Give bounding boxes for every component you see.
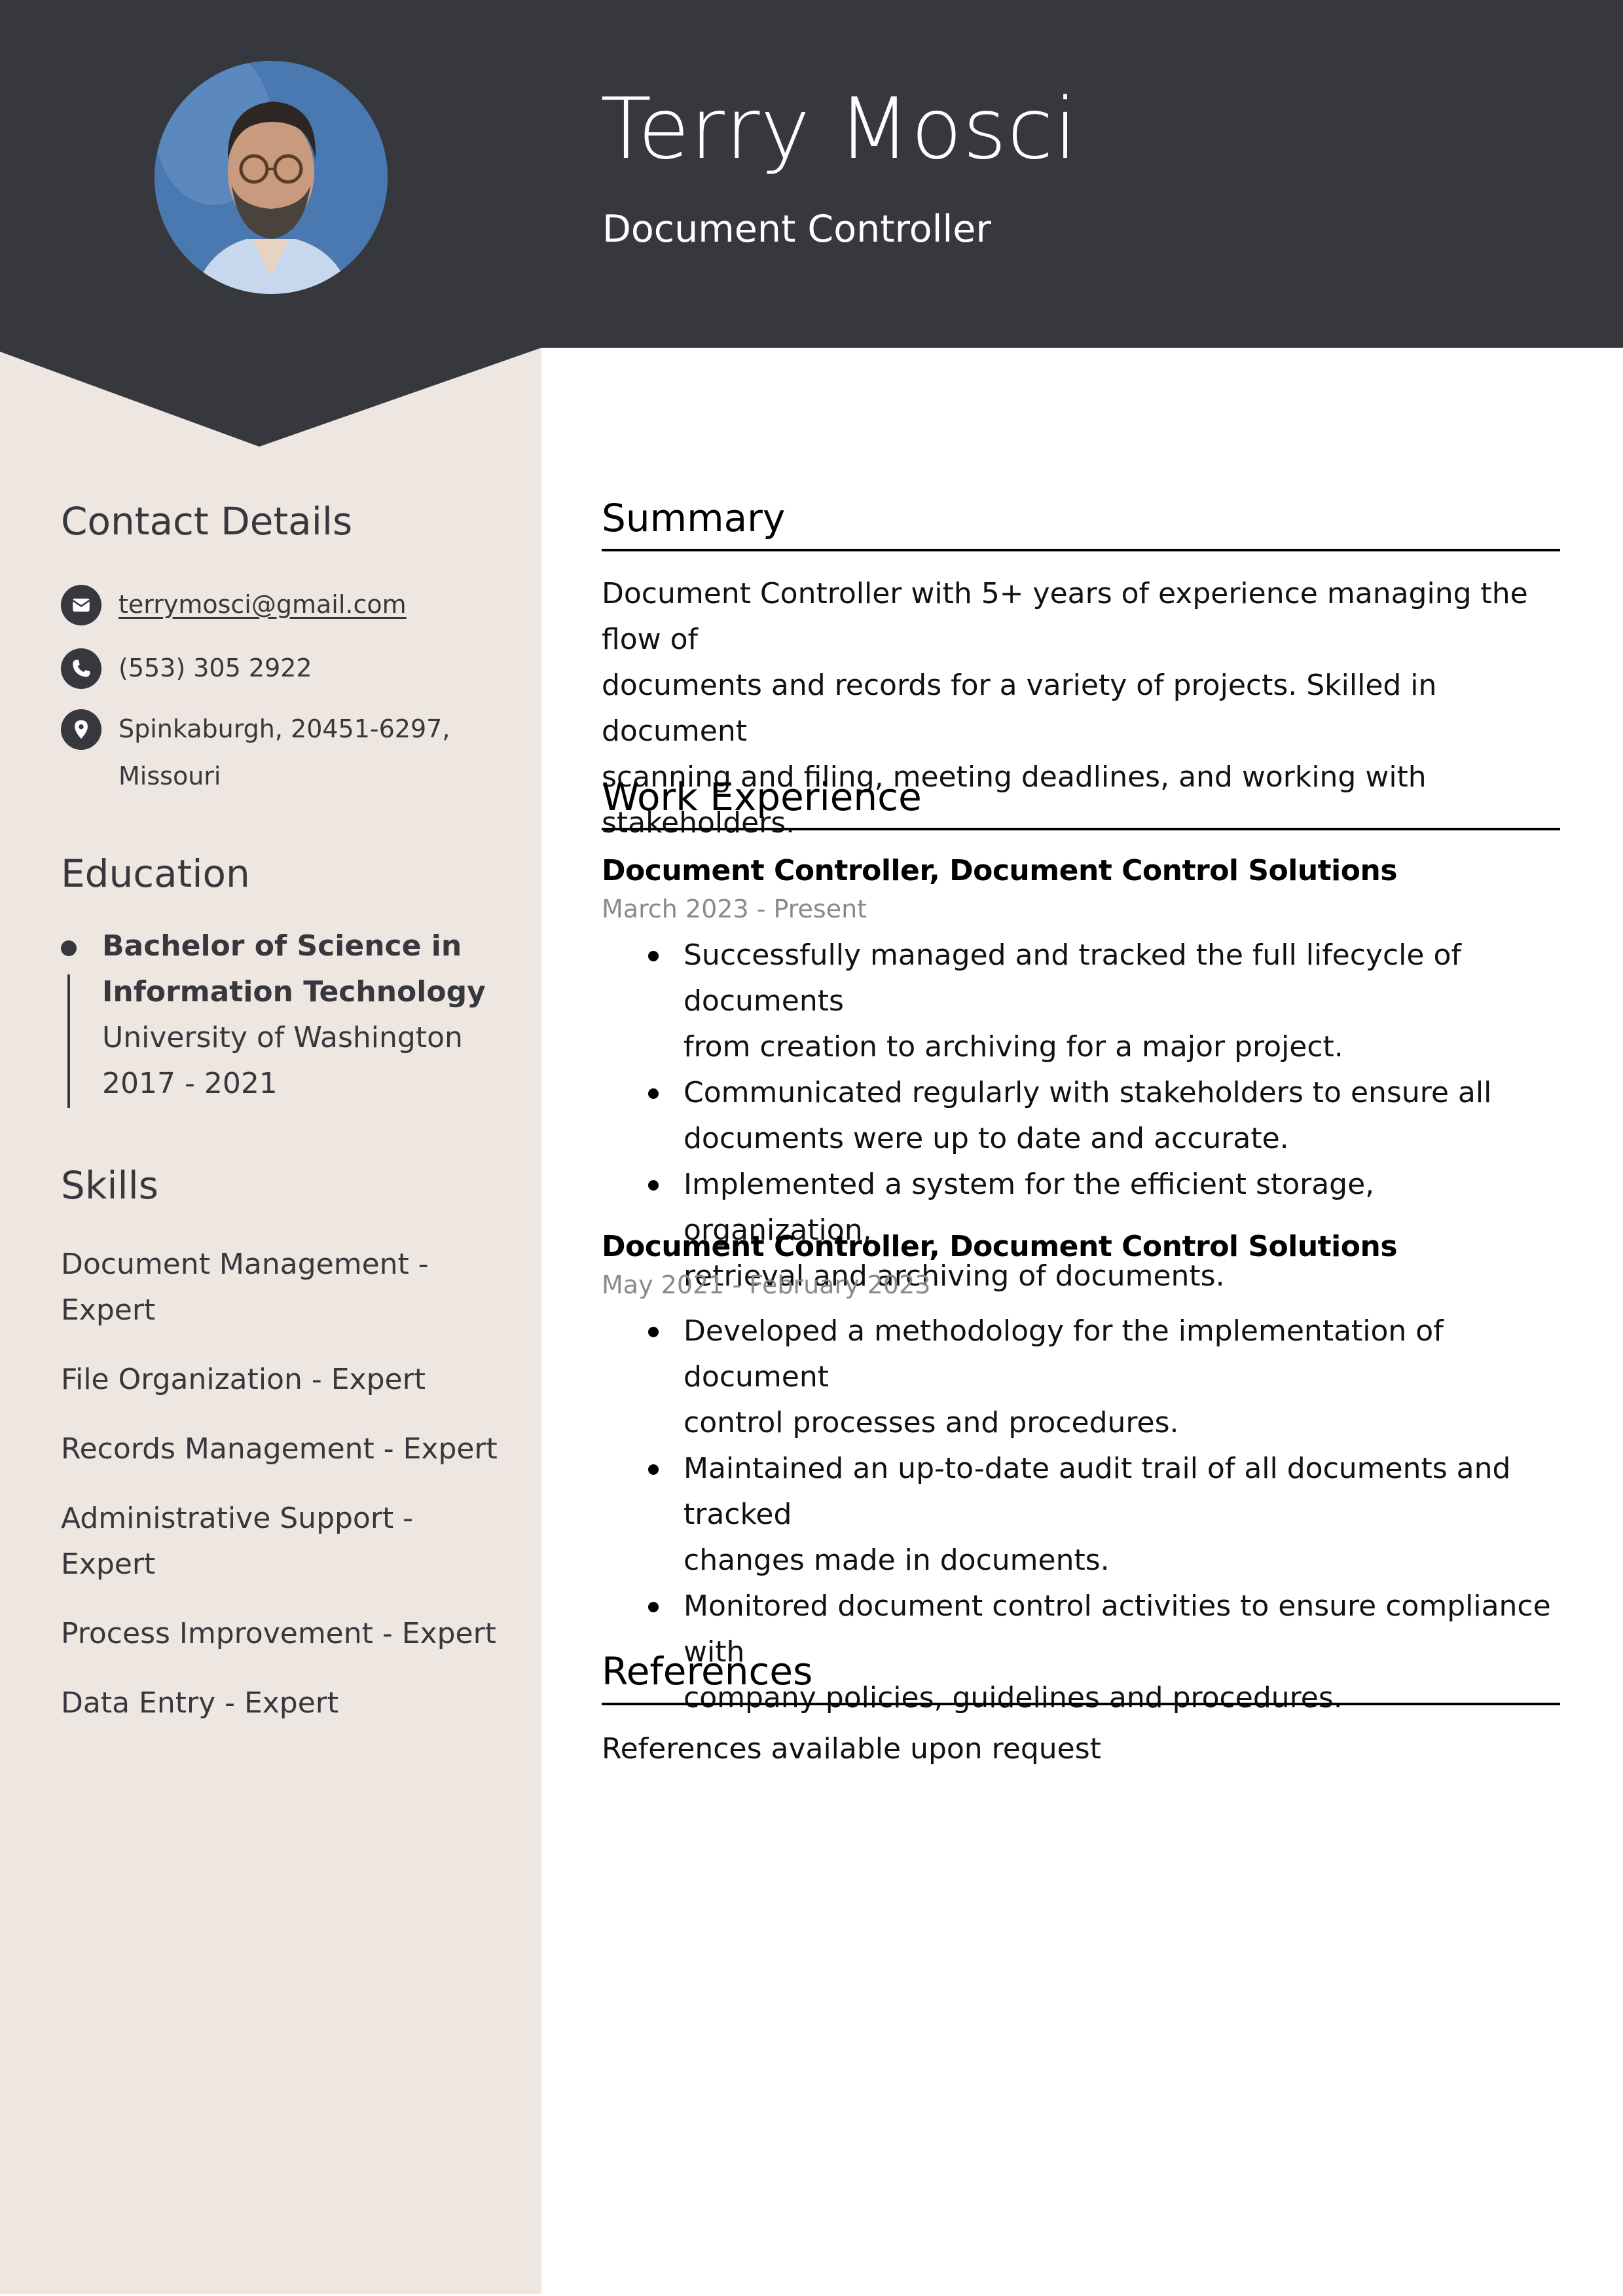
job-bullet: Communicated regularly with stakeholders… [648, 1070, 1561, 1162]
job-dates-2: May 2021 - February 2023 [602, 1270, 931, 1299]
work-divider [602, 828, 1560, 830]
contact-address: Spinkaburgh, 20451-6297, Missouri [61, 709, 450, 800]
profile-photo [155, 61, 388, 294]
candidate-name: Terry Mosci [600, 81, 1078, 178]
education-years: 2017 - 2021 [102, 1067, 278, 1100]
contact-phone: (553) 305 2922 [61, 648, 312, 692]
timeline-dot [61, 940, 77, 956]
education-heading: Education [61, 851, 250, 896]
skill-item: File Organization - Expert [61, 1363, 426, 1396]
job-bullet: Successfully managed and tracked the ful… [648, 933, 1561, 1070]
email-link[interactable]: terrymosci@gmail.com [119, 581, 407, 628]
phone-number: (553) 305 2922 [119, 654, 312, 682]
school-name: University of Washington [102, 1021, 463, 1054]
contact-email[interactable]: terrymosci@gmail.com [61, 585, 407, 628]
skills-heading: Skills [61, 1163, 158, 1208]
skills-list: Document Management - Expert File Organiz… [61, 1242, 519, 1750]
summary-divider [602, 549, 1560, 551]
job-title-1: Document Controller, Document Control So… [602, 854, 1398, 887]
degree-line-1: Bachelor of Science in [102, 929, 462, 963]
envelope-icon [61, 585, 101, 625]
candidate-title: Document Controller [602, 208, 991, 251]
summary-heading: Summary [602, 496, 786, 540]
references-text: References available upon request [602, 1732, 1101, 1766]
address-line-1: Spinkaburgh, 20451-6297, [119, 714, 450, 743]
job-bullet: Maintained an up-to-date audit trail of … [648, 1446, 1561, 1583]
header-chevron [0, 341, 541, 447]
phone-icon [61, 648, 101, 689]
skill-item: Records Management - Expert [61, 1432, 498, 1466]
location-pin-icon [61, 709, 101, 750]
timeline-line [67, 974, 70, 1108]
skill-item: Document Management - Expert [61, 1248, 429, 1327]
contact-heading: Contact Details [61, 499, 353, 544]
address-line-2: Missouri [119, 762, 221, 790]
job-dates-1: March 2023 - Present [602, 895, 867, 923]
work-heading: Work Experience [602, 775, 922, 819]
references-divider [602, 1703, 1560, 1705]
address-text: Spinkaburgh, 20451-6297, Missouri [119, 705, 450, 800]
references-heading: References [602, 1649, 813, 1694]
job-title-2: Document Controller, Document Control So… [602, 1230, 1398, 1263]
portrait-illustration [155, 61, 388, 294]
degree-line-2: Information Technology [102, 975, 486, 1009]
skill-item: Process Improvement - Expert [61, 1617, 496, 1650]
skill-item: Administrative Support - Expert [61, 1502, 414, 1581]
job-bullet: Developed a methodology for the implemen… [648, 1308, 1561, 1446]
skill-item: Data Entry - Expert [61, 1686, 339, 1720]
